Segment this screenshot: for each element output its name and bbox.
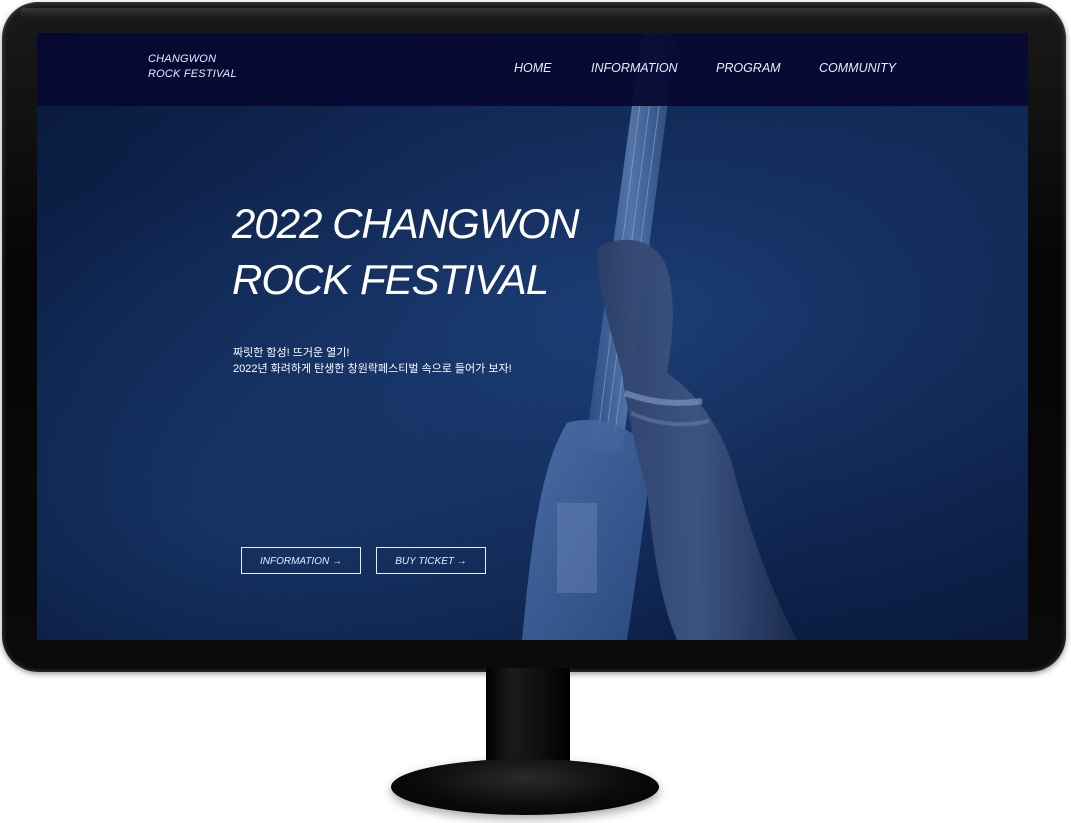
- logo-line-2: ROCK FESTIVAL: [148, 68, 237, 80]
- buy-ticket-button[interactable]: BUY TICKET →: [376, 547, 486, 574]
- monitor-frame: CHANGWON ROCK FESTIVAL HOME INFORMATION …: [0, 0, 1071, 823]
- hero-subtitle: 짜릿한 함성! 뜨거운 열기! 2022년 화려하게 탄생한 창원락페스티벌 속…: [233, 345, 512, 377]
- bezel-highlight: [20, 8, 1050, 18]
- monitor-stand-base: [391, 759, 659, 815]
- website-screen: CHANGWON ROCK FESTIVAL HOME INFORMATION …: [37, 33, 1028, 640]
- top-navigation: CHANGWON ROCK FESTIVAL HOME INFORMATION …: [37, 33, 1028, 106]
- hero-title: 2022 CHANGWON ROCK FESTIVAL: [232, 196, 579, 308]
- information-button[interactable]: INFORMATION →: [241, 547, 361, 574]
- hero-title-line-1: 2022 CHANGWON: [232, 200, 579, 247]
- logo-line-1: CHANGWON: [148, 53, 217, 65]
- hero-subtitle-line-2: 2022년 화려하게 탄생한 창원락페스티벌 속으로 들어가 보자!: [233, 363, 512, 375]
- nav-item-community[interactable]: COMMUNITY: [819, 61, 896, 75]
- guitar-hero-image: [522, 33, 797, 640]
- hero-title-line-2: ROCK FESTIVAL: [232, 256, 549, 303]
- hero-subtitle-line-1: 짜릿한 함성! 뜨거운 열기!: [233, 347, 350, 359]
- nav-item-home[interactable]: HOME: [514, 61, 552, 75]
- nav-item-program[interactable]: PROGRAM: [716, 61, 781, 75]
- site-logo[interactable]: CHANGWON ROCK FESTIVAL: [148, 52, 237, 82]
- nav-item-information[interactable]: INFORMATION: [591, 61, 678, 75]
